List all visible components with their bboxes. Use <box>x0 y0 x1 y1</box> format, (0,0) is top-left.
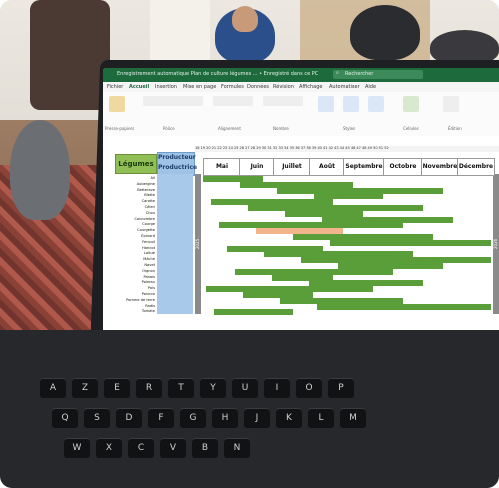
group-label-cells: Cellules <box>403 126 419 131</box>
tab-accueil[interactable]: Accueil <box>129 84 149 90</box>
keyboard-key[interactable]: G <box>180 408 206 428</box>
month-decembre: Décembre <box>457 158 495 176</box>
tab-formules[interactable]: Formules <box>221 84 244 90</box>
keyboard-key[interactable]: F <box>148 408 174 428</box>
week-numbers: 18 19 20 21 22 23 24 25 26 27 28 29 30 3… <box>195 146 389 150</box>
vegetable-label: Tomate <box>141 309 155 314</box>
month-juillet: Juillet <box>273 158 311 176</box>
week-numbers-row: 18 19 20 21 22 23 24 25 26 27 28 29 30 3… <box>195 146 499 152</box>
year-2025-strip: 2025 <box>195 174 201 314</box>
month-septembre-label: Septembre <box>345 163 383 170</box>
keyboard-key[interactable]: D <box>116 408 142 428</box>
year-2025: 2025 <box>195 238 200 250</box>
header-legumes-text: Légumes <box>118 160 154 168</box>
laptop-screen: Enregistrement automatique Plan de cultu… <box>103 68 499 353</box>
search-placeholder: Rechercher <box>345 71 374 77</box>
keyboard-key[interactable]: K <box>276 408 302 428</box>
number-format-icon[interactable] <box>263 96 303 106</box>
person-left-legs <box>10 120 70 220</box>
group-label-clipboard: Presse-papiers <box>105 126 135 131</box>
group-label-editing: Édition <box>448 126 462 131</box>
tab-mise-en-page[interactable]: Mise en page <box>183 84 216 90</box>
group-label-font: Police <box>163 126 175 131</box>
month-novembre: Novembre <box>421 158 459 176</box>
window-title: Enregistrement automatique Plan de cultu… <box>117 71 319 77</box>
month-septembre: Septembre <box>343 158 385 176</box>
month-novembre-label: Novembre <box>422 163 458 170</box>
keyboard-key[interactable]: B <box>192 438 218 458</box>
year-2026-strip: 2026 <box>493 174 499 314</box>
month-aout: Août <box>309 158 345 176</box>
year-2026: 2026 <box>493 238 498 250</box>
keyboard-key[interactable]: Q <box>52 408 78 428</box>
month-octobre-label: Octobre <box>389 163 417 170</box>
table-format-icon[interactable] <box>343 96 359 112</box>
keyboard-key[interactable]: X <box>96 438 122 458</box>
month-aout-label: Août <box>319 163 335 170</box>
keyboard-key[interactable]: I <box>264 378 290 398</box>
insert-cells-icon[interactable] <box>403 96 419 112</box>
planting-period-cell[interactable] <box>330 239 491 246</box>
month-mai: Mai <box>203 158 241 176</box>
excel-title-bar: Enregistrement automatique Plan de cultu… <box>103 68 499 82</box>
month-juin: Juin <box>239 158 275 176</box>
planting-period-cell[interactable] <box>214 309 293 316</box>
keyboard-key[interactable]: W <box>64 438 90 458</box>
keyboard-keys: AZERTYUIOP QSDFGHJKLM WXCVBN <box>20 350 499 485</box>
photo: Enregistrement automatique Plan de cultu… <box>0 0 499 488</box>
keyboard-key[interactable]: Y <box>200 378 226 398</box>
keyboard-key[interactable]: T <box>168 378 194 398</box>
keyboard-key[interactable]: L <box>308 408 334 428</box>
keyboard-key[interactable]: E <box>104 378 130 398</box>
tab-donnees[interactable]: Données <box>247 84 269 90</box>
keyboard-key[interactable]: O <box>296 378 322 398</box>
keyboard-key[interactable]: J <box>244 408 270 428</box>
group-label-number: Nombre <box>273 126 289 131</box>
search-box[interactable]: ⌕ Rechercher <box>333 70 423 79</box>
tab-fichier[interactable]: Fichier <box>107 84 123 90</box>
header-producteur: Producteur Productrice <box>157 152 198 176</box>
font-icon[interactable] <box>143 96 203 106</box>
month-decembre-label: Décembre <box>458 163 494 170</box>
tab-automatiser[interactable]: Automatiser <box>329 84 360 90</box>
month-mai-label: Mai <box>215 163 229 170</box>
hanging-clothes <box>30 0 110 110</box>
tab-affichage[interactable]: Affichage <box>299 84 323 90</box>
keyboard-key[interactable]: A <box>40 378 66 398</box>
tab-revision[interactable]: Révision <box>273 84 294 90</box>
keyboard-key[interactable]: R <box>136 378 162 398</box>
search-icon: ⌕ <box>336 70 339 76</box>
paste-icon[interactable] <box>109 96 125 112</box>
tab-aide[interactable]: Aide <box>365 84 376 90</box>
align-icon[interactable] <box>213 96 253 106</box>
person-center-head <box>232 6 258 32</box>
keyboard-key[interactable]: V <box>160 438 186 458</box>
header-producteur-text: Producteur Productrice <box>158 154 198 171</box>
producteur-column <box>157 174 193 314</box>
spreadsheet-grid[interactable]: 18 19 20 21 22 23 24 25 26 27 28 29 30 3… <box>103 144 499 334</box>
tab-insertion[interactable]: Insertion <box>155 84 177 90</box>
planting-period-cell[interactable] <box>317 303 491 310</box>
keyboard-key[interactable]: M <box>340 408 366 428</box>
keyboard-key[interactable]: N <box>224 438 250 458</box>
sum-icon[interactable] <box>443 96 459 112</box>
keyboard-key[interactable]: U <box>232 378 258 398</box>
cell-styles-icon[interactable] <box>368 96 384 112</box>
keyboard-key[interactable]: H <box>212 408 238 428</box>
month-octobre: Octobre <box>383 158 423 176</box>
conditional-format-icon[interactable] <box>318 96 334 112</box>
header-legumes: Légumes <box>115 154 157 174</box>
window-curtain <box>150 0 210 60</box>
keyboard-key[interactable]: Z <box>72 378 98 398</box>
group-label-alignment: Alignement <box>218 126 241 131</box>
group-label-styles: Styles <box>343 126 356 131</box>
keyboard-key[interactable]: S <box>84 408 110 428</box>
ribbon: Presse-papiers Police Alignement Nombre … <box>103 92 499 137</box>
person-right <box>350 5 420 60</box>
month-juillet-label: Juillet <box>282 163 302 170</box>
ribbon-tabs: Fichier Accueil Insertion Mise en page F… <box>103 82 499 92</box>
keyboard-key[interactable]: C <box>128 438 154 458</box>
month-juin-label: Juin <box>250 163 264 170</box>
keyboard-key[interactable]: P <box>328 378 354 398</box>
